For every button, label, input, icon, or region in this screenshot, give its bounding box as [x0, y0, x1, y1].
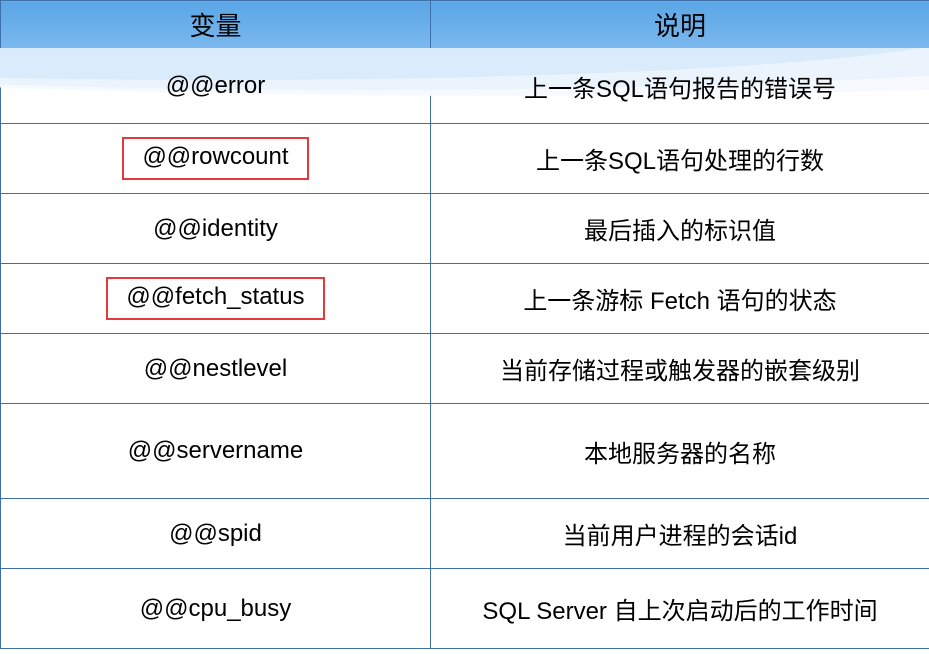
cell-description: 当前存储过程或触发器的嵌套级别 — [431, 334, 929, 404]
cell-variable: @@identity — [1, 194, 431, 264]
cell-description: 最后插入的标识值 — [431, 194, 929, 264]
cell-variable: @@servername — [1, 404, 431, 499]
variable-text: @@rowcount — [142, 143, 288, 170]
table-header-row: 变量 说明 — [1, 1, 929, 49]
table-row: @@identity 最后插入的标识值 — [1, 194, 929, 264]
cell-description: 上一条SQL语句处理的行数 — [431, 124, 929, 194]
variables-table: 变量 说明 @@error 上一条SQL语句报告的错误号 @@rowcount … — [0, 0, 929, 649]
table-row: @@error 上一条SQL语句报告的错误号 — [1, 49, 929, 124]
header-description: 说明 — [431, 1, 929, 49]
cell-variable: @@spid — [1, 499, 431, 569]
variable-text: @@servername — [128, 437, 303, 464]
variable-text: @@spid — [169, 520, 262, 547]
variable-text: @@cpu_busy — [140, 595, 291, 622]
variable-text: @@identity — [153, 215, 278, 242]
cell-variable: @@cpu_busy — [1, 569, 431, 649]
cell-description: 本地服务器的名称 — [431, 404, 929, 499]
cell-variable: @@rowcount — [1, 124, 431, 194]
cell-variable: @@nestlevel — [1, 334, 431, 404]
highlight-box: @@rowcount — [122, 137, 308, 180]
table-row: @@servername 本地服务器的名称 — [1, 404, 929, 499]
header-variable: 变量 — [1, 1, 431, 49]
variable-text: @@nestlevel — [144, 355, 287, 382]
table-row: @@spid 当前用户进程的会话id — [1, 499, 929, 569]
table-row: @@rowcount 上一条SQL语句处理的行数 — [1, 124, 929, 194]
table-row: @@nestlevel 当前存储过程或触发器的嵌套级别 — [1, 334, 929, 404]
highlight-box: @@fetch_status — [106, 277, 324, 320]
table-row: @@fetch_status 上一条游标 Fetch 语句的状态 — [1, 264, 929, 334]
cell-variable: @@error — [1, 49, 431, 124]
page: 变量 说明 @@error 上一条SQL语句报告的错误号 @@rowcount … — [0, 0, 929, 654]
variable-text: @@error — [166, 72, 265, 99]
cell-description: 上一条游标 Fetch 语句的状态 — [431, 264, 929, 334]
cell-description: SQL Server 自上次启动后的工作时间 — [431, 569, 929, 649]
cell-variable: @@fetch_status — [1, 264, 431, 334]
cell-description: 上一条SQL语句报告的错误号 — [431, 49, 929, 124]
table-row: @@cpu_busy SQL Server 自上次启动后的工作时间 — [1, 569, 929, 649]
variable-text: @@fetch_status — [126, 283, 304, 310]
cell-description: 当前用户进程的会话id — [431, 499, 929, 569]
